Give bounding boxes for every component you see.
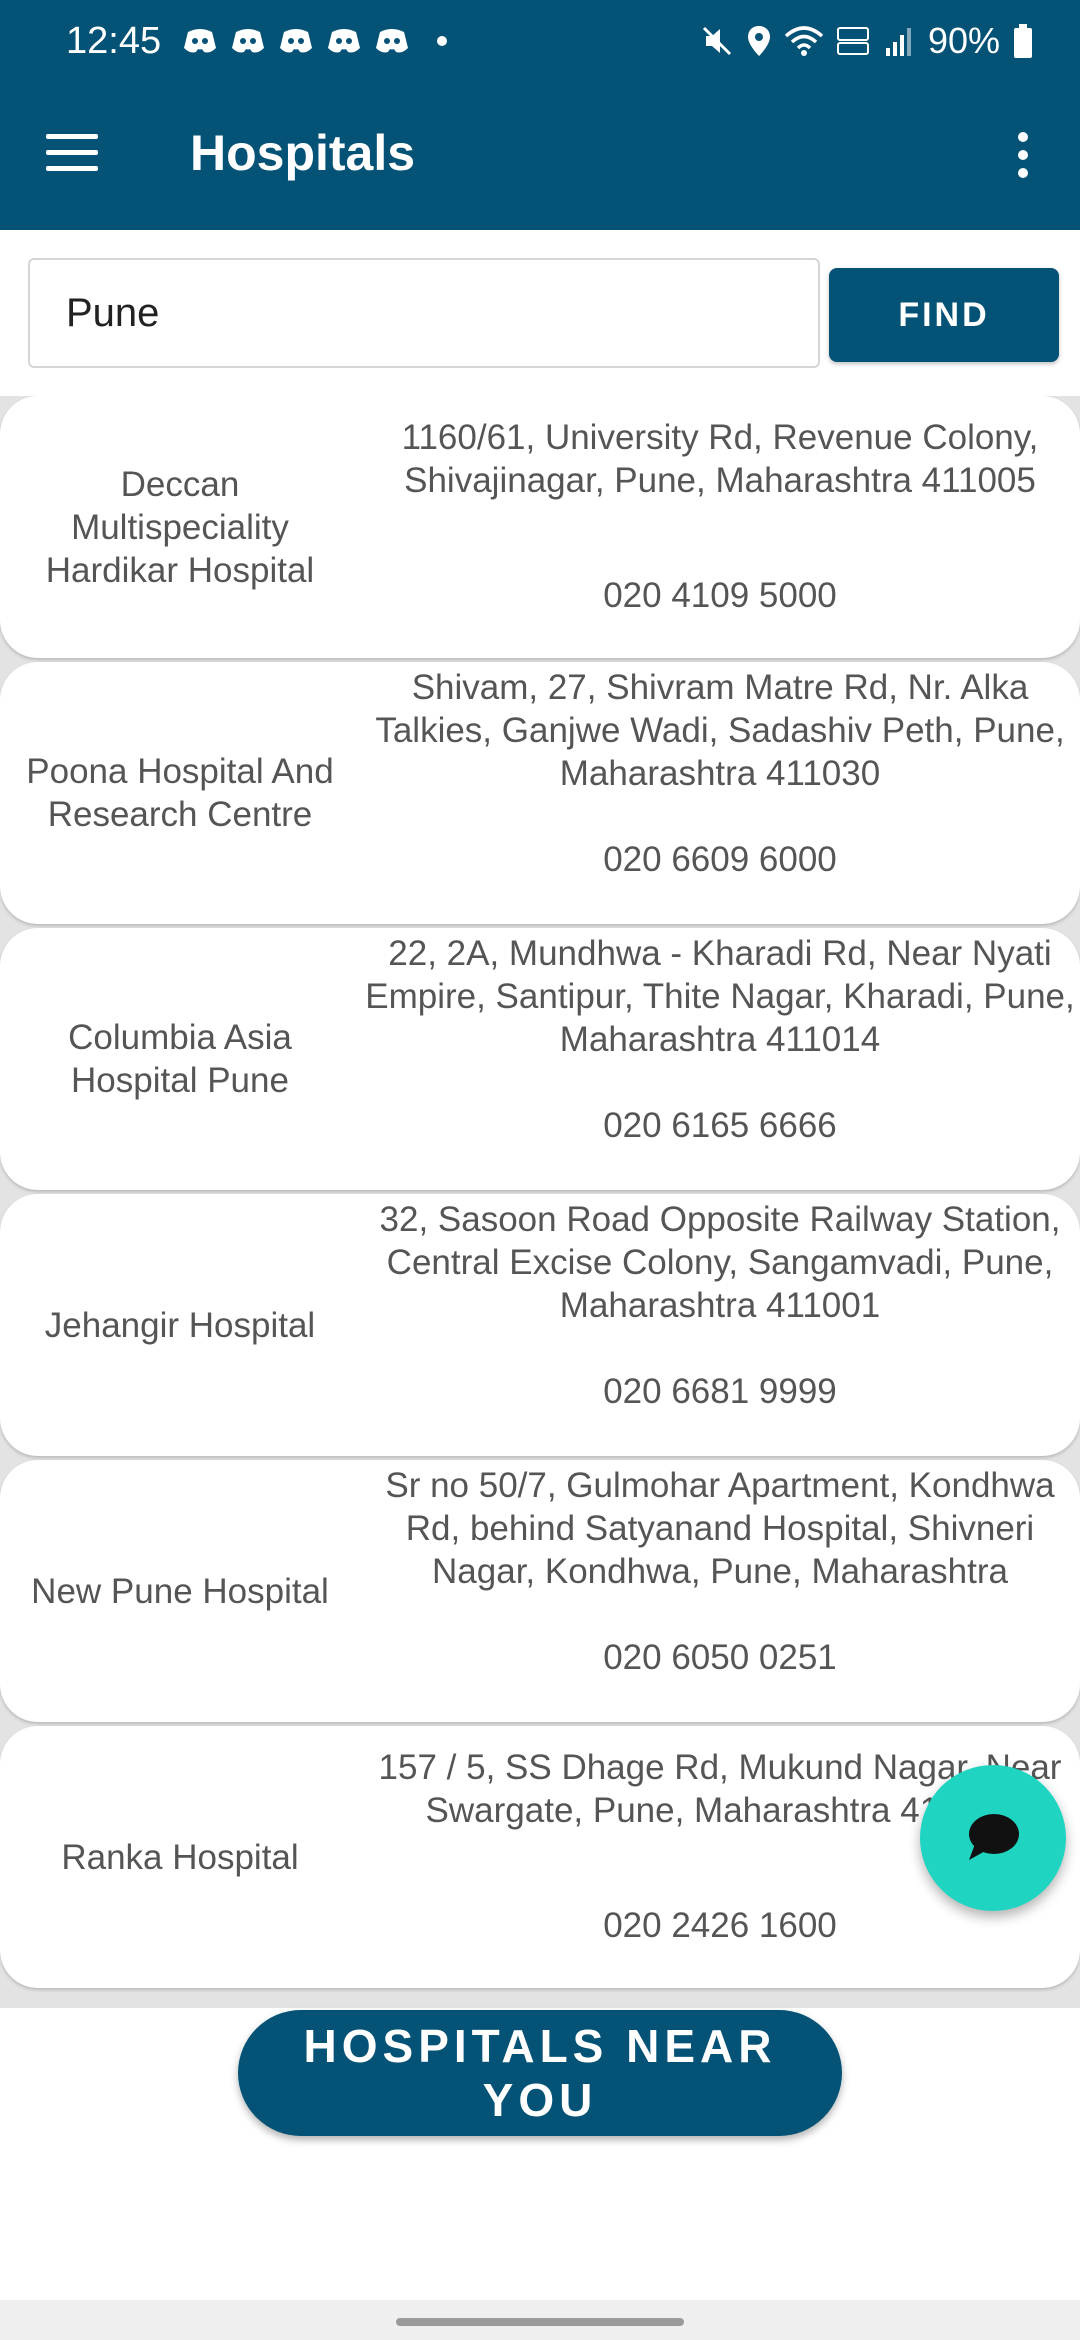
discord-icon bbox=[184, 29, 217, 53]
mute-icon bbox=[702, 26, 731, 56]
hospital-address: 22, 2A, Mundhwa - Kharadi Rd, Near Nyati… bbox=[365, 934, 1075, 1059]
status-left: 12:45 bbox=[66, 19, 448, 63]
hospital-address: Sr no 50/7, Gulmohar Apartment, Kondhwa … bbox=[385, 1466, 1055, 1591]
discord-icon bbox=[328, 29, 361, 53]
app-bar: Hospitals bbox=[0, 82, 1080, 230]
hospital-name: Jehangir Hospital bbox=[44, 1305, 316, 1345]
navigation-bar bbox=[0, 2300, 1080, 2340]
hospital-card[interactable]: Ranka Hospital 157 / 5, SS Dhage Rd, Muk… bbox=[0, 1726, 1080, 1988]
discord-icon bbox=[232, 29, 265, 53]
status-time: 12:45 bbox=[66, 19, 162, 62]
hamburger-menu-icon[interactable] bbox=[46, 134, 98, 178]
signal-icon bbox=[885, 28, 911, 56]
hospital-card[interactable]: Poona Hospital And Research Centre Shiva… bbox=[0, 662, 1080, 924]
hospital-name: New Pune Hospital bbox=[31, 1571, 329, 1611]
hospital-name: Deccan Multispeciality Hardikar Hospital bbox=[45, 464, 315, 590]
hospital-phone[interactable]: 020 4109 5000 bbox=[360, 574, 1080, 617]
wifi-icon bbox=[784, 26, 824, 56]
status-right: 90% bbox=[700, 20, 1034, 62]
hospital-card[interactable]: Deccan Multispeciality Hardikar Hospital… bbox=[0, 396, 1080, 658]
discord-icon bbox=[280, 29, 313, 53]
find-button[interactable]: FIND bbox=[829, 268, 1059, 362]
page-title: Hospitals bbox=[190, 125, 416, 181]
more-vert-icon[interactable] bbox=[1010, 132, 1036, 184]
volte-icon bbox=[836, 27, 869, 55]
hospital-name: Columbia Asia Hospital Pune bbox=[68, 1018, 292, 1100]
chat-fab-button[interactable] bbox=[920, 1765, 1066, 1911]
hospitals-near-you-button[interactable]: HOSPITALS NEAR YOU bbox=[238, 2010, 842, 2136]
hospital-phone[interactable]: 020 6165 6666 bbox=[360, 1104, 1080, 1147]
hospital-phone[interactable]: 020 6050 0251 bbox=[360, 1636, 1080, 1679]
hospital-address: 32, Sasoon Road Opposite Railway Station… bbox=[379, 1200, 1061, 1325]
hospital-address: Shivam, 27, Shivram Matre Rd, Nr. Alka T… bbox=[375, 668, 1065, 793]
hospital-phone[interactable]: 020 6681 9999 bbox=[360, 1370, 1080, 1413]
battery-icon bbox=[1014, 24, 1032, 58]
location-icon bbox=[747, 26, 770, 56]
hospital-card[interactable]: New Pune Hospital Sr no 50/7, Gulmohar A… bbox=[0, 1460, 1080, 1722]
battery-percentage: 90% bbox=[927, 20, 1000, 61]
hospital-name: Ranka Hospital bbox=[61, 1837, 299, 1877]
status-bar: 12:45 90% bbox=[0, 0, 1080, 82]
search-input[interactable] bbox=[28, 258, 820, 368]
hospital-list[interactable]: Deccan Multispeciality Hardikar Hospital… bbox=[0, 396, 1080, 2008]
hospital-card[interactable]: Columbia Asia Hospital Pune 22, 2A, Mund… bbox=[0, 928, 1080, 1190]
discord-icon bbox=[376, 29, 409, 53]
hospital-address: 1160/61, University Rd, Revenue Colony, … bbox=[401, 418, 1039, 500]
hospital-name: Poona Hospital And Research Centre bbox=[26, 752, 334, 834]
hospital-phone[interactable]: 020 2426 1600 bbox=[360, 1904, 1080, 1947]
more-notifications-dot bbox=[437, 36, 448, 46]
home-indicator[interactable] bbox=[396, 2318, 684, 2326]
hospital-phone[interactable]: 020 6609 6000 bbox=[360, 838, 1080, 881]
hospital-card[interactable]: Jehangir Hospital 32, Sasoon Road Opposi… bbox=[0, 1194, 1080, 1456]
chat-bubble-icon bbox=[969, 1814, 1019, 1860]
